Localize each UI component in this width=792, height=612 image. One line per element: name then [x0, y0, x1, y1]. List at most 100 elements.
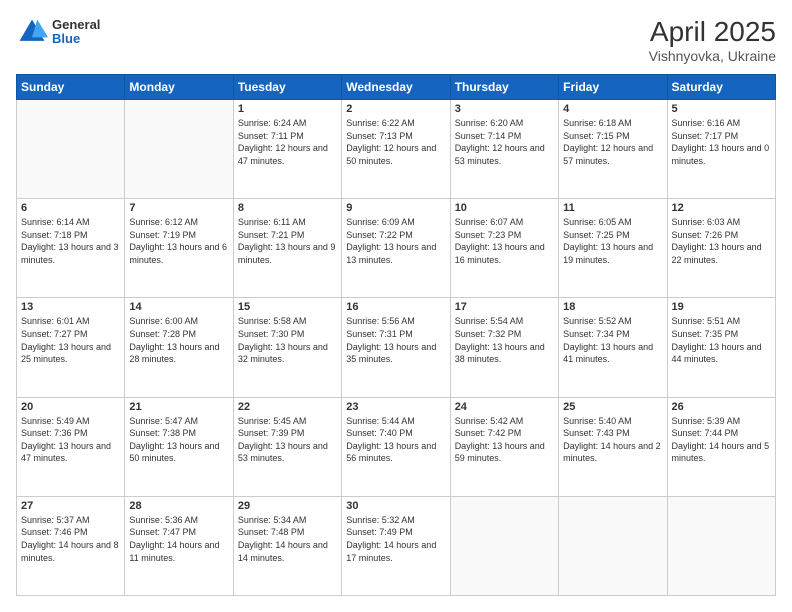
- calendar-table: SundayMondayTuesdayWednesdayThursdayFrid…: [16, 74, 776, 596]
- day-detail: Sunrise: 5:54 AMSunset: 7:32 PMDaylight:…: [455, 316, 545, 364]
- day-header-tuesday: Tuesday: [233, 75, 341, 100]
- calendar-cell: [667, 496, 775, 595]
- day-number: 1: [238, 103, 337, 115]
- calendar-cell: [559, 496, 667, 595]
- day-detail: Sunrise: 6:07 AMSunset: 7:23 PMDaylight:…: [455, 217, 545, 265]
- day-detail: Sunrise: 6:24 AMSunset: 7:11 PMDaylight:…: [238, 118, 328, 166]
- title-block: April 2025 Vishnyovka, Ukraine: [649, 16, 776, 64]
- day-number: 21: [129, 401, 228, 413]
- day-detail: Sunrise: 5:51 AMSunset: 7:35 PMDaylight:…: [672, 316, 762, 364]
- day-detail: Sunrise: 5:49 AMSunset: 7:36 PMDaylight:…: [21, 416, 111, 464]
- day-detail: Sunrise: 6:18 AMSunset: 7:15 PMDaylight:…: [563, 118, 653, 166]
- day-number: 29: [238, 500, 337, 512]
- calendar-cell: [125, 100, 233, 199]
- page: General Blue April 2025 Vishnyovka, Ukra…: [0, 0, 792, 612]
- day-header-wednesday: Wednesday: [342, 75, 450, 100]
- calendar-week-3: 13 Sunrise: 6:01 AMSunset: 7:27 PMDaylig…: [17, 298, 776, 397]
- day-header-sunday: Sunday: [17, 75, 125, 100]
- day-detail: Sunrise: 6:14 AMSunset: 7:18 PMDaylight:…: [21, 217, 119, 265]
- day-number: 11: [563, 202, 662, 214]
- calendar-cell: 1 Sunrise: 6:24 AMSunset: 7:11 PMDayligh…: [233, 100, 341, 199]
- calendar-cell: 14 Sunrise: 6:00 AMSunset: 7:28 PMDaylig…: [125, 298, 233, 397]
- calendar-week-5: 27 Sunrise: 5:37 AMSunset: 7:46 PMDaylig…: [17, 496, 776, 595]
- day-detail: Sunrise: 6:01 AMSunset: 7:27 PMDaylight:…: [21, 316, 111, 364]
- day-number: 9: [346, 202, 445, 214]
- calendar-week-4: 20 Sunrise: 5:49 AMSunset: 7:36 PMDaylig…: [17, 397, 776, 496]
- calendar-cell: 9 Sunrise: 6:09 AMSunset: 7:22 PMDayligh…: [342, 199, 450, 298]
- calendar-cell: 4 Sunrise: 6:18 AMSunset: 7:15 PMDayligh…: [559, 100, 667, 199]
- day-number: 2: [346, 103, 445, 115]
- header: General Blue April 2025 Vishnyovka, Ukra…: [16, 16, 776, 64]
- calendar-cell: 25 Sunrise: 5:40 AMSunset: 7:43 PMDaylig…: [559, 397, 667, 496]
- day-header-saturday: Saturday: [667, 75, 775, 100]
- day-number: 14: [129, 301, 228, 313]
- day-detail: Sunrise: 5:52 AMSunset: 7:34 PMDaylight:…: [563, 316, 653, 364]
- calendar-cell: 29 Sunrise: 5:34 AMSunset: 7:48 PMDaylig…: [233, 496, 341, 595]
- calendar-cell: 19 Sunrise: 5:51 AMSunset: 7:35 PMDaylig…: [667, 298, 775, 397]
- day-detail: Sunrise: 6:00 AMSunset: 7:28 PMDaylight:…: [129, 316, 219, 364]
- calendar-week-1: 1 Sunrise: 6:24 AMSunset: 7:11 PMDayligh…: [17, 100, 776, 199]
- calendar-cell: 12 Sunrise: 6:03 AMSunset: 7:26 PMDaylig…: [667, 199, 775, 298]
- day-number: 8: [238, 202, 337, 214]
- calendar-cell: 21 Sunrise: 5:47 AMSunset: 7:38 PMDaylig…: [125, 397, 233, 496]
- subtitle: Vishnyovka, Ukraine: [649, 48, 776, 64]
- calendar-cell: 22 Sunrise: 5:45 AMSunset: 7:39 PMDaylig…: [233, 397, 341, 496]
- day-detail: Sunrise: 5:45 AMSunset: 7:39 PMDaylight:…: [238, 416, 328, 464]
- calendar-cell: 17 Sunrise: 5:54 AMSunset: 7:32 PMDaylig…: [450, 298, 558, 397]
- calendar-header-row: SundayMondayTuesdayWednesdayThursdayFrid…: [17, 75, 776, 100]
- day-detail: Sunrise: 6:12 AMSunset: 7:19 PMDaylight:…: [129, 217, 227, 265]
- day-detail: Sunrise: 5:42 AMSunset: 7:42 PMDaylight:…: [455, 416, 545, 464]
- day-number: 7: [129, 202, 228, 214]
- day-detail: Sunrise: 6:03 AMSunset: 7:26 PMDaylight:…: [672, 217, 762, 265]
- day-detail: Sunrise: 5:32 AMSunset: 7:49 PMDaylight:…: [346, 515, 436, 563]
- day-number: 19: [672, 301, 771, 313]
- day-detail: Sunrise: 6:05 AMSunset: 7:25 PMDaylight:…: [563, 217, 653, 265]
- calendar-cell: 28 Sunrise: 5:36 AMSunset: 7:47 PMDaylig…: [125, 496, 233, 595]
- day-number: 27: [21, 500, 120, 512]
- day-number: 3: [455, 103, 554, 115]
- day-number: 22: [238, 401, 337, 413]
- calendar-cell: 11 Sunrise: 6:05 AMSunset: 7:25 PMDaylig…: [559, 199, 667, 298]
- calendar-cell: 2 Sunrise: 6:22 AMSunset: 7:13 PMDayligh…: [342, 100, 450, 199]
- day-number: 18: [563, 301, 662, 313]
- calendar-cell: 7 Sunrise: 6:12 AMSunset: 7:19 PMDayligh…: [125, 199, 233, 298]
- day-detail: Sunrise: 6:22 AMSunset: 7:13 PMDaylight:…: [346, 118, 436, 166]
- day-detail: Sunrise: 5:44 AMSunset: 7:40 PMDaylight:…: [346, 416, 436, 464]
- day-number: 24: [455, 401, 554, 413]
- calendar-cell: 27 Sunrise: 5:37 AMSunset: 7:46 PMDaylig…: [17, 496, 125, 595]
- day-detail: Sunrise: 5:34 AMSunset: 7:48 PMDaylight:…: [238, 515, 328, 563]
- day-number: 15: [238, 301, 337, 313]
- calendar-cell: 23 Sunrise: 5:44 AMSunset: 7:40 PMDaylig…: [342, 397, 450, 496]
- day-number: 10: [455, 202, 554, 214]
- logo-general-text: General: [52, 18, 100, 32]
- day-detail: Sunrise: 6:16 AMSunset: 7:17 PMDaylight:…: [672, 118, 770, 166]
- day-number: 16: [346, 301, 445, 313]
- calendar-cell: 8 Sunrise: 6:11 AMSunset: 7:21 PMDayligh…: [233, 199, 341, 298]
- day-detail: Sunrise: 6:11 AMSunset: 7:21 PMDaylight:…: [238, 217, 336, 265]
- calendar-cell: 3 Sunrise: 6:20 AMSunset: 7:14 PMDayligh…: [450, 100, 558, 199]
- day-number: 13: [21, 301, 120, 313]
- logo-blue-text: Blue: [52, 32, 100, 46]
- day-number: 25: [563, 401, 662, 413]
- calendar-cell: 26 Sunrise: 5:39 AMSunset: 7:44 PMDaylig…: [667, 397, 775, 496]
- logo: General Blue: [16, 16, 100, 48]
- day-detail: Sunrise: 6:20 AMSunset: 7:14 PMDaylight:…: [455, 118, 545, 166]
- calendar-cell: 16 Sunrise: 5:56 AMSunset: 7:31 PMDaylig…: [342, 298, 450, 397]
- calendar-cell: 6 Sunrise: 6:14 AMSunset: 7:18 PMDayligh…: [17, 199, 125, 298]
- calendar-cell: 20 Sunrise: 5:49 AMSunset: 7:36 PMDaylig…: [17, 397, 125, 496]
- day-header-thursday: Thursday: [450, 75, 558, 100]
- day-detail: Sunrise: 5:36 AMSunset: 7:47 PMDaylight:…: [129, 515, 219, 563]
- day-number: 30: [346, 500, 445, 512]
- main-title: April 2025: [649, 16, 776, 48]
- day-detail: Sunrise: 5:58 AMSunset: 7:30 PMDaylight:…: [238, 316, 328, 364]
- calendar-cell: 15 Sunrise: 5:58 AMSunset: 7:30 PMDaylig…: [233, 298, 341, 397]
- day-detail: Sunrise: 5:37 AMSunset: 7:46 PMDaylight:…: [21, 515, 119, 563]
- calendar-week-2: 6 Sunrise: 6:14 AMSunset: 7:18 PMDayligh…: [17, 199, 776, 298]
- calendar-cell: 13 Sunrise: 6:01 AMSunset: 7:27 PMDaylig…: [17, 298, 125, 397]
- day-detail: Sunrise: 5:56 AMSunset: 7:31 PMDaylight:…: [346, 316, 436, 364]
- calendar-cell: 24 Sunrise: 5:42 AMSunset: 7:42 PMDaylig…: [450, 397, 558, 496]
- day-number: 6: [21, 202, 120, 214]
- day-number: 20: [21, 401, 120, 413]
- calendar-cell: 30 Sunrise: 5:32 AMSunset: 7:49 PMDaylig…: [342, 496, 450, 595]
- day-number: 28: [129, 500, 228, 512]
